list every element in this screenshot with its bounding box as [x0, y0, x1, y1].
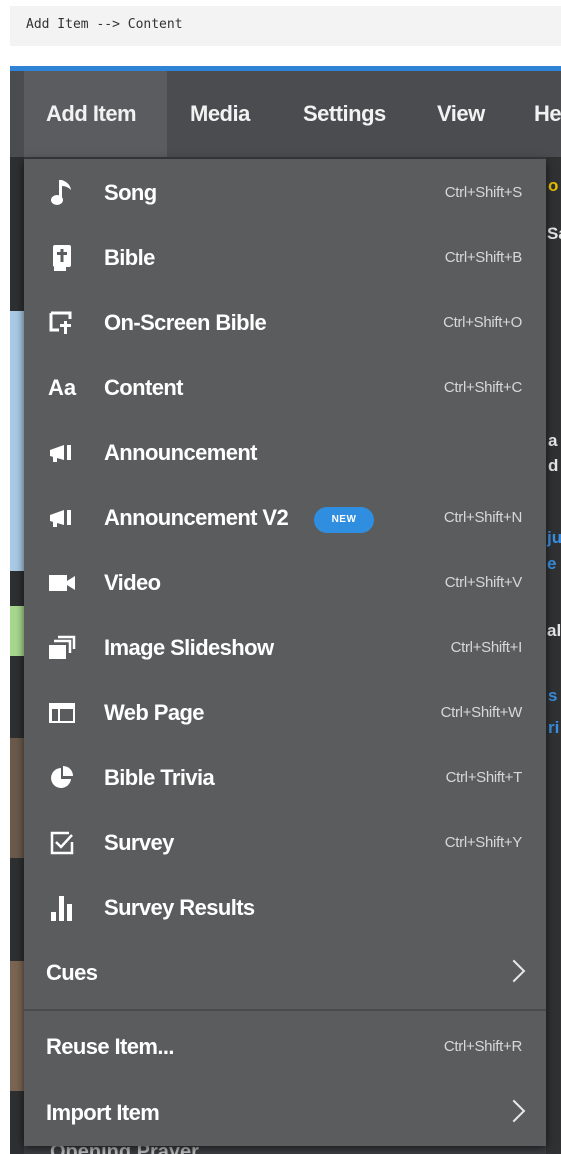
bible-icon: [46, 242, 78, 274]
megaphone-icon: [46, 502, 78, 534]
shortcut-text: Ctrl+Shift+S: [444, 184, 523, 201]
shortcut-text: Ctrl+Shift+V: [444, 574, 523, 591]
menu-item-label: Reuse Item...: [46, 1034, 175, 1059]
chevron-right-icon: [502, 1099, 526, 1123]
shortcut-text: Ctrl+Shift+N: [443, 509, 522, 526]
menu-item-label: Survey: [104, 830, 174, 855]
on-screen-bible-icon: [46, 307, 78, 339]
slideshow-icon: [46, 632, 78, 664]
menu-tab-help[interactable]: He: [534, 71, 561, 157]
shortcut-text: Ctrl+Shift+W: [440, 704, 523, 721]
menu-item-label: Song: [104, 180, 157, 205]
pie-chart-icon: [46, 762, 78, 794]
menu-item-label: On-Screen Bible: [104, 310, 267, 335]
background-text: ju: [547, 528, 561, 547]
menu-item-survey[interactable]: Survey Ctrl+Shift+Y: [24, 811, 546, 875]
menu-divider: [24, 1009, 546, 1011]
background-right-panel: [546, 157, 561, 1154]
menu-item-image-slideshow[interactable]: Image Slideshow Ctrl+Shift+I: [24, 616, 546, 680]
menu-item-web-page[interactable]: Web Page Ctrl+Shift+W: [24, 681, 546, 745]
web-page-icon: [46, 697, 78, 729]
checkbox-icon: [46, 827, 78, 859]
bar-chart-icon: [46, 892, 78, 924]
background-text: Sa: [547, 224, 561, 243]
menu-item-label: Web Page: [104, 700, 205, 725]
menu-item-label: Survey Results: [104, 895, 255, 920]
new-badge: NEW: [314, 507, 374, 533]
text-aa-icon: Aa: [47, 375, 77, 400]
menu-item-import-item[interactable]: Import Item: [24, 1081, 546, 1145]
shortcut-text: Ctrl+Shift+C: [443, 379, 522, 396]
background-thumbnail: [10, 738, 24, 858]
menu-bar: Add Item Media Settings View He: [10, 71, 561, 157]
menu-item-content[interactable]: Aa Content Ctrl+Shift+C: [24, 356, 546, 420]
add-item-dropdown: Song Ctrl+Shift+S Bible Ctrl+Shift+B On-…: [24, 159, 546, 1146]
music-note-icon: [46, 177, 78, 209]
menu-item-label: Announcement: [104, 440, 258, 465]
menu-item-announcement-v2[interactable]: Announcement V2 NEW Ctrl+Shift+N: [24, 486, 546, 550]
menu-item-label: Bible: [104, 245, 155, 270]
chevron-right-icon: [502, 959, 526, 983]
menu-item-cues[interactable]: Cues: [24, 941, 546, 1005]
background-text: al: [547, 621, 561, 640]
menu-item-label: Content: [104, 375, 184, 400]
menu-item-bible-trivia[interactable]: Bible Trivia Ctrl+Shift+T: [24, 746, 546, 810]
menu-item-label: Image Slideshow: [104, 635, 274, 660]
background-text: s: [548, 686, 558, 705]
background-text: a: [548, 431, 558, 450]
menu-tab-media[interactable]: Media: [190, 71, 250, 157]
menu-item-label: Announcement V2: [104, 505, 289, 530]
shortcut-text: Ctrl+Shift+Y: [444, 834, 523, 851]
app-window: Add Item Media Settings View He o Sa a d…: [10, 66, 561, 1154]
menu-item-label: Cues: [46, 960, 98, 985]
menu-item-bible[interactable]: Bible Ctrl+Shift+B: [24, 226, 546, 290]
menu-item-label: Video: [104, 570, 161, 595]
shortcut-text: Ctrl+Shift+R: [443, 1038, 522, 1055]
shortcut-text: Ctrl+Shift+O: [443, 314, 522, 331]
background-text: o: [548, 176, 559, 195]
background-thumbnail: [10, 961, 24, 1091]
menu-item-announcement[interactable]: Announcement: [24, 421, 546, 485]
background-thumbnail: [10, 311, 24, 571]
menu-item-video[interactable]: Video Ctrl+Shift+V: [24, 551, 546, 615]
background-text: d: [548, 456, 559, 475]
menu-item-song[interactable]: Song Ctrl+Shift+S: [24, 161, 546, 225]
menu-item-label: Bible Trivia: [104, 765, 215, 790]
menu-tab-add-item[interactable]: Add Item: [24, 71, 167, 157]
menu-item-survey-results[interactable]: Survey Results: [24, 876, 546, 940]
menu-item-on-screen-bible[interactable]: On-Screen Bible Ctrl+Shift+O: [24, 291, 546, 355]
menu-tab-settings[interactable]: Settings: [303, 71, 386, 157]
shortcut-text: Ctrl+Shift+T: [445, 769, 523, 786]
shortcut-text: Ctrl+Shift+I: [450, 639, 523, 656]
shortcut-text: Ctrl+Shift+B: [444, 249, 523, 266]
background-thumbnail: [10, 606, 24, 656]
menu-item-label: Import Item: [46, 1100, 160, 1125]
background-text: ri: [548, 718, 560, 737]
background-text: e: [547, 554, 557, 573]
menu-tab-view[interactable]: View: [437, 71, 485, 157]
menu-item-reuse-item[interactable]: Reuse Item... Ctrl+Shift+R: [24, 1015, 546, 1079]
megaphone-icon: [46, 437, 78, 469]
video-camera-icon: [46, 567, 78, 599]
breadcrumb: Add Item --> Content: [10, 6, 561, 46]
